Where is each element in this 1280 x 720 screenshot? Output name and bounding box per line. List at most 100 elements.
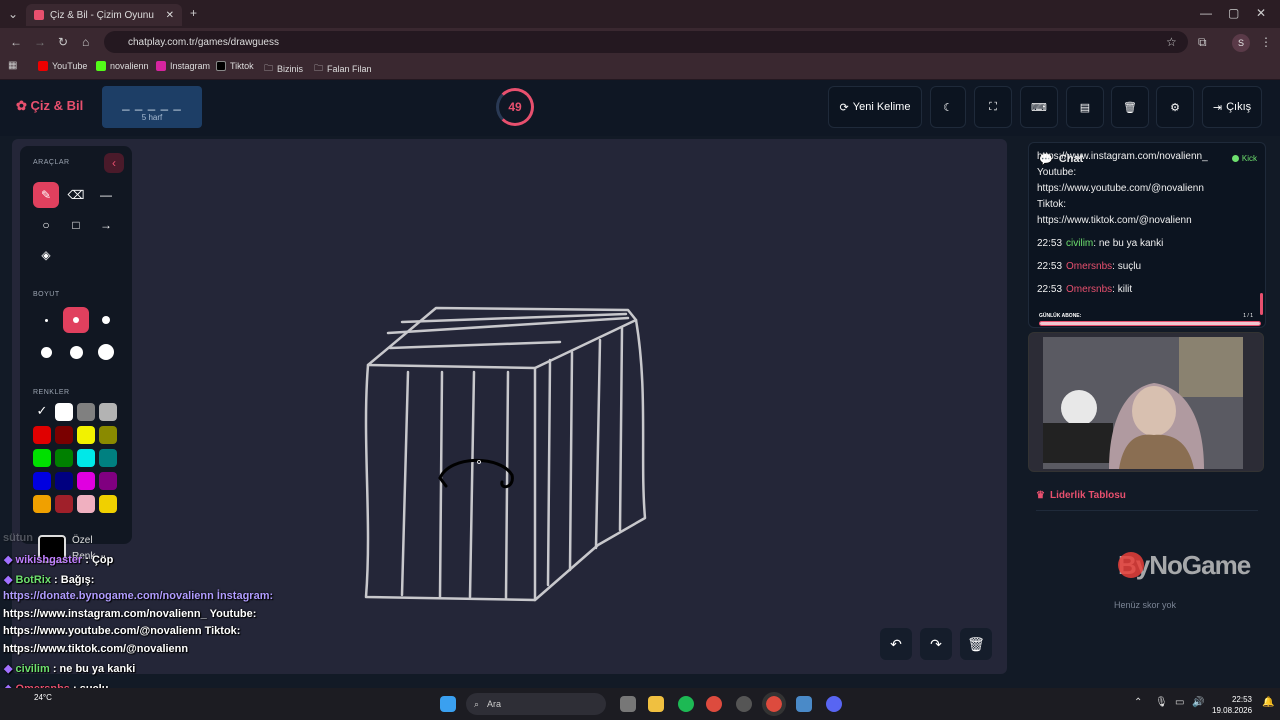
obs-icon[interactable] [736,696,752,712]
taskbar-search[interactable]: ⌕ Ara [466,693,606,715]
file-explorer-icon[interactable] [648,696,664,712]
size-5-button[interactable] [63,339,89,365]
bookmark-novalienn[interactable]: novalienn [96,61,149,71]
tray-chevron-icon[interactable]: ⌃ [1134,697,1142,708]
redo-button[interactable]: ↷ [920,628,952,660]
apps-grid-icon[interactable]: ▦ [8,60,17,71]
chat-username[interactable]: Omersnbs [1066,284,1112,295]
spotify-icon[interactable] [678,696,694,712]
size-2-button[interactable] [63,307,89,333]
color-swatch[interactable] [77,495,95,513]
chrome-active-icon[interactable] [762,692,786,716]
color-swatch[interactable] [99,403,117,421]
home-icon[interactable]: ⌂ [82,35,89,49]
app-icon[interactable] [796,696,812,712]
color-swatch[interactable] [55,449,73,467]
chat-scrollbar[interactable] [1260,293,1263,315]
overlay-chat-line: sütun [3,532,33,544]
bookmark-tiktok[interactable]: Tiktok [216,61,254,71]
color-swatch[interactable] [77,426,95,444]
reload-icon[interactable]: ↻ [58,35,68,49]
volume-icon[interactable]: 🔊 [1192,697,1204,708]
chrome-icon[interactable] [706,696,722,712]
color-swatch[interactable] [99,472,117,490]
start-icon[interactable] [440,696,456,712]
color-swatch[interactable] [99,495,117,513]
chat-messages[interactable]: https://www.instagram.com/novalienn_ Yout… [1037,149,1251,295]
color-swatch[interactable] [55,426,73,444]
fill-tool[interactable]: ◈ [33,242,59,268]
size-4-button[interactable] [33,339,59,365]
color-swatch[interactable] [55,495,73,513]
color-swatch[interactable] [55,403,73,421]
chat-text: suçlu [1117,261,1142,272]
profile-avatar[interactable]: S [1232,34,1250,52]
windows-taskbar [0,688,1280,720]
pen-tool[interactable]: ✎ [33,182,59,208]
tab-close-icon[interactable]: ✕ [166,10,174,21]
archive-button[interactable]: ▤ [1066,86,1104,128]
exit-button[interactable]: ⇥ Çıkış [1202,86,1262,128]
size-3-button[interactable] [93,307,119,333]
color-swatch[interactable]: ✓ [33,403,51,421]
clear-canvas-button[interactable]: 🗑 [960,628,992,660]
bookmark-star-icon[interactable]: ☆ [1166,35,1177,49]
maximize-icon[interactable]: ▢ [1228,6,1239,20]
chat-message: 22:53 Omersnbs: suçlu [1037,261,1142,272]
color-swatch[interactable] [77,472,95,490]
fullscreen-button[interactable]: ⛶ [974,86,1012,128]
new-word-button[interactable]: ⟳ Yeni Kelime [828,86,922,128]
task-view-icon[interactable] [620,696,636,712]
close-window-icon[interactable]: ✕ [1256,6,1266,20]
rectangle-tool[interactable]: □ [63,212,89,238]
color-swatch[interactable] [77,449,95,467]
settings-button[interactable]: ⚙ [1156,86,1194,128]
app-logo[interactable]: ✿ Çiz & Bil [16,98,83,114]
color-swatch[interactable] [99,426,117,444]
minimize-icon[interactable]: — [1200,6,1212,20]
eraser-tool[interactable]: ⌫ [63,182,89,208]
color-swatch[interactable] [33,495,51,513]
dark-mode-button[interactable]: ☾ [930,86,966,128]
color-swatch[interactable] [33,472,51,490]
notification-icon[interactable]: 🔔 [1262,697,1274,708]
keyboard-button[interactable]: ⌨ [1020,86,1058,128]
size-1-button[interactable] [33,307,59,333]
extensions-icon[interactable]: ⧉ [1198,35,1207,50]
network-icon[interactable]: ▭ [1175,697,1184,708]
clock[interactable]: 22:53 19.08.2026 [1212,694,1252,716]
chat-username[interactable]: civilim [1066,238,1093,249]
color-swatch[interactable] [99,449,117,467]
tab-list-icon[interactable]: ⌄ [8,7,18,21]
back-icon[interactable]: ← [10,35,22,49]
youtube-icon [38,61,48,71]
circle-tool[interactable]: ○ [33,212,59,238]
leaderboard-divider [1036,510,1258,511]
color-swatch[interactable] [33,426,51,444]
collapse-panel-button[interactable]: ‹ [104,153,124,173]
arrow-tool[interactable]: → [93,212,119,238]
chat-username[interactable]: Omersnbs [1066,261,1112,272]
menu-icon[interactable]: ⋮ [1260,35,1272,49]
new-tab-icon[interactable]: + [190,6,197,20]
line-tool[interactable]: — [93,182,119,208]
circle-icon: ○ [42,218,50,232]
forward-icon[interactable]: → [34,35,46,49]
delete-button[interactable]: 🗑 [1111,86,1149,128]
bookmark-folder-bizinis[interactable]: 🗀 Bizinis [264,61,303,77]
color-swatch[interactable] [77,403,95,421]
url-field[interactable]: chatplay.com.tr/games/drawguess [104,31,1188,53]
overlay-username: wikishgaster [15,554,83,566]
bookmark-folder-falan[interactable]: 🗀 Falan Filan [314,61,372,77]
browser-tab[interactable]: Çiz & Bil - Çizim Oyunu ✕ [26,4,182,26]
bookmark-youtube[interactable]: YouTube [38,61,87,71]
discord-icon[interactable] [826,696,842,712]
bookmark-instagram[interactable]: Instagram [156,61,210,71]
microphone-icon[interactable]: 🎙 [1155,697,1168,708]
weather-temp[interactable]: 24°C [34,693,52,702]
size-6-button[interactable] [93,339,119,365]
chat-timestamp: 22:53 [1037,238,1063,249]
undo-button[interactable]: ↶ [880,628,912,660]
color-swatch[interactable] [55,472,73,490]
color-swatch[interactable] [33,449,51,467]
